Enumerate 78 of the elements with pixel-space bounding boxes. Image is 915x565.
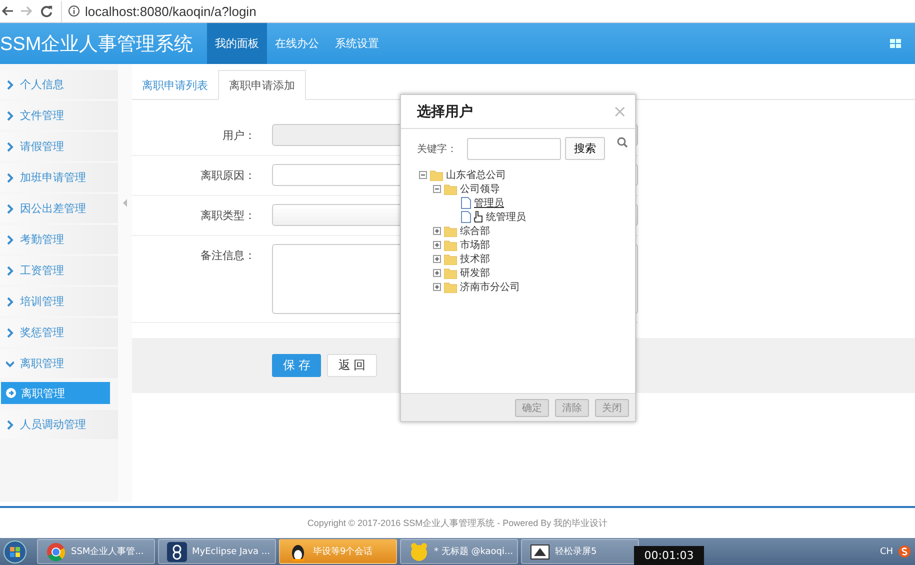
recorder-icon [530, 542, 550, 562]
field-label: 离职类型： [200, 208, 256, 223]
app-title: SSM企业人事管理系统 [0, 32, 194, 56]
field-label: 用户： [222, 128, 256, 143]
taskbar-button[interactable]: 轻松录屏5 [521, 539, 639, 564]
chevron-icon [6, 142, 14, 152]
folder-icon [444, 240, 457, 250]
input-language[interactable]: CH [880, 546, 893, 556]
grid-icon[interactable] [890, 39, 901, 48]
chevron-icon [6, 234, 14, 244]
taskbar-button[interactable]: MyEclipse Java ... [158, 539, 276, 564]
expand-toggle-icon[interactable] [433, 241, 441, 249]
collapse-toggle-icon[interactable] [419, 171, 427, 179]
folder-icon [444, 184, 457, 194]
tree-item[interactable]: 研发部 [460, 266, 490, 280]
search-button[interactable]: 搜索 [565, 137, 605, 160]
chevron-icon [6, 420, 14, 430]
collapse-toggle-icon[interactable] [433, 185, 441, 193]
tree-item[interactable]: 综合部 [460, 224, 490, 238]
chevron-icon [6, 172, 14, 182]
chevron-icon [6, 328, 14, 338]
chevron-icon [6, 296, 14, 306]
folder-icon [430, 170, 443, 180]
field-label: 离职原因： [200, 168, 256, 183]
recording-timer: 00:01:03 [634, 546, 704, 565]
pointer-cursor-icon [474, 211, 483, 223]
tab[interactable]: 离职申请列表 [132, 71, 218, 99]
folder-icon [444, 254, 457, 264]
search-icon[interactable] [617, 137, 628, 148]
expand-toggle-icon[interactable] [433, 255, 441, 263]
folder-icon [444, 268, 457, 278]
save-button[interactable]: 保 存 [272, 354, 322, 377]
folder-icon [444, 282, 457, 292]
chevron-icon [6, 266, 14, 276]
dialog-button[interactable]: 清除 [555, 398, 589, 416]
document-icon [461, 197, 471, 209]
expand-toggle-icon[interactable] [433, 269, 441, 277]
nav-tab[interactable]: 在线办公 [267, 23, 328, 64]
start-button[interactable] [3, 540, 27, 564]
field-label: 备注信息： [200, 248, 256, 263]
nav-tab[interactable]: 我的面板 [207, 23, 268, 64]
back-arrow-icon[interactable] [2, 6, 13, 16]
tab[interactable]: 离职申请添加 [218, 70, 306, 100]
ide-icon [167, 542, 187, 562]
tree-item[interactable]: 山东省总公司 [446, 168, 506, 182]
keyword-label: 关键字： [417, 142, 458, 156]
tree-item[interactable]: 济南市分公司 [460, 280, 520, 294]
info-icon [68, 5, 80, 17]
address-bar[interactable]: localhost:8080/kaoqin/a?login [61, 0, 915, 22]
chevron-icon [6, 204, 14, 214]
ime-icon[interactable] [898, 545, 911, 558]
keyword-field[interactable] [467, 138, 561, 160]
chevron-icon [6, 110, 14, 120]
close-icon[interactable]: × [612, 102, 627, 122]
dialog-title: 选择用户 [417, 102, 473, 120]
sidebar-subitem[interactable]: 离职管理 [1, 382, 110, 404]
tree-item[interactable]: 统管理员 [486, 210, 526, 224]
browser-icon [46, 542, 66, 562]
taskbar-button[interactable]: * 无标题 @kaoqi... [400, 539, 518, 564]
dialog-button[interactable]: 关闭 [595, 398, 629, 416]
tree-item[interactable]: 公司领导 [460, 182, 500, 196]
chevron-icon [6, 80, 14, 90]
expand-toggle-icon[interactable] [433, 283, 441, 291]
back-button[interactable]: 返 回 [327, 354, 377, 377]
tree-item[interactable]: 市场部 [460, 238, 490, 252]
chevron-icon [6, 358, 14, 368]
arrow-circle-icon [6, 388, 16, 398]
reload-icon[interactable] [40, 4, 53, 18]
expand-toggle-icon[interactable] [433, 227, 441, 235]
taskbar-button[interactable]: SSM企业人事管... [37, 539, 155, 564]
document-icon [461, 211, 471, 223]
url-text: localhost:8080/kaoqin/a?login [85, 4, 256, 18]
copyright-text: Copyright © 2017-2016 SSM企业人事管理系统 - Powered By 我的毕业设计 [307, 516, 608, 530]
taskbar-button[interactable]: 毕设等9个会话 [279, 539, 397, 564]
dialog-button[interactable]: 确定 [515, 398, 549, 416]
tree-item[interactable]: 技术部 [460, 252, 490, 266]
tree-item[interactable]: 管理员 [474, 196, 504, 210]
nav-tab[interactable]: 系统设置 [327, 23, 388, 64]
